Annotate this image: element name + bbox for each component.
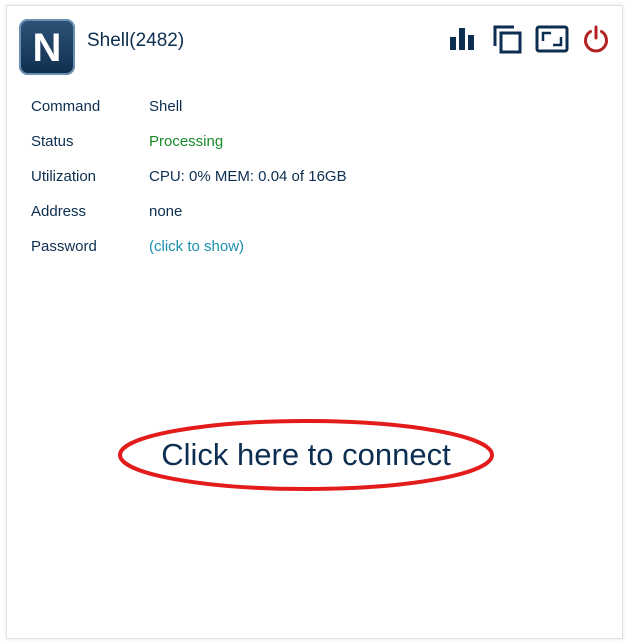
app-logo-icon: N [19, 19, 75, 75]
resize-icon [535, 25, 569, 53]
status-label: Status [31, 133, 74, 150]
address-value: none [149, 203, 183, 220]
command-label: Command [31, 98, 101, 115]
status-value: Processing [149, 133, 224, 150]
duplicate-button[interactable] [490, 23, 524, 55]
show-password-link[interactable]: (click to show) [149, 238, 244, 255]
stats-button[interactable] [445, 23, 479, 55]
power-icon [584, 25, 608, 53]
connect-link[interactable]: Click here to connect [117, 418, 495, 492]
utilization-label: Utilization [31, 168, 97, 185]
address-label: Address [31, 203, 87, 220]
power-button[interactable] [579, 23, 613, 55]
connect-area: Click here to connect [117, 418, 495, 492]
logo-letter: N [33, 27, 62, 67]
copy-icon [493, 25, 522, 54]
utilization-value: CPU: 0% MEM: 0.04 of 16GB [149, 168, 347, 185]
password-label: Password [31, 238, 97, 255]
fullscreen-button[interactable] [535, 23, 569, 55]
bar-chart-icon [450, 28, 474, 50]
session-card: N Shell(2482) Command Shell Status Proce… [6, 5, 623, 639]
session-title: Shell(2482) [87, 30, 185, 51]
command-value: Shell [149, 98, 183, 115]
